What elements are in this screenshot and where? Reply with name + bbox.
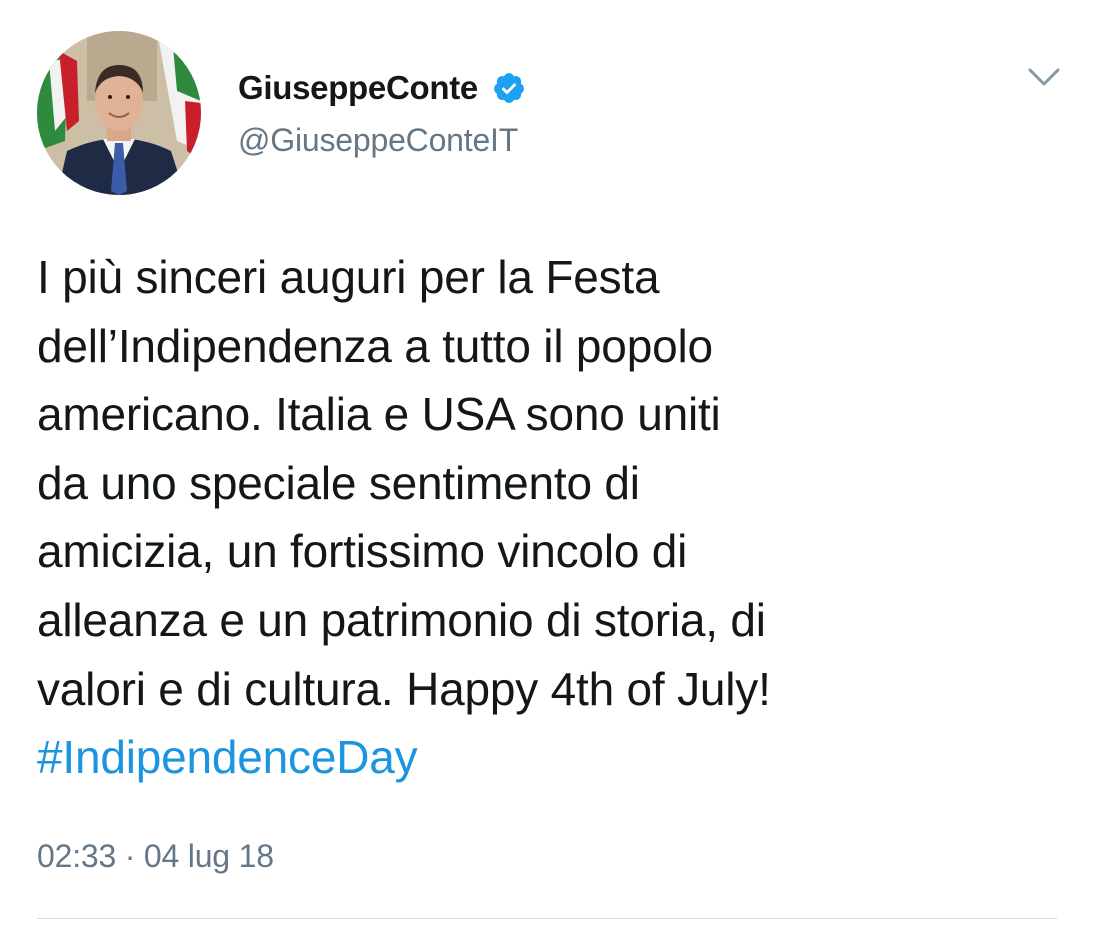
user-handle[interactable]: @GiuseppeConteIT <box>238 122 518 159</box>
verified-badge-icon <box>492 71 526 105</box>
tweet-text-line: amicizia, un fortissimo vincolo di <box>37 525 688 578</box>
tweet-text-line: alleanza e un patrimonio di storia, di <box>37 593 766 646</box>
user-name-row[interactable]: GiuseppeConte <box>238 68 526 108</box>
tweet-text-line: da uno speciale sentimento di <box>37 456 640 509</box>
tweet-text-line: I più sinceri auguri per la Festa <box>37 251 660 303</box>
avatar[interactable] <box>37 31 201 195</box>
chevron-down-icon[interactable] <box>1024 62 1064 92</box>
tweet-text-line: americano. Italia e USA sono uniti <box>37 388 721 441</box>
divider <box>37 918 1057 919</box>
tweet-card: GiuseppeConte @GiuseppeConteIT I più sin… <box>0 0 1094 937</box>
avatar-image <box>37 31 201 195</box>
display-name[interactable]: GiuseppeConte <box>238 69 478 107</box>
tweet-text-line: dell’Indipendenza a tutto il popolo <box>37 319 713 372</box>
tweet-timestamp[interactable]: 02:33 · 04 lug 18 <box>37 838 274 875</box>
hashtag-link[interactable]: #IndipendenceDay <box>37 723 1057 792</box>
tweet-text-line: valori e di cultura. Happy 4th of July! <box>37 662 771 715</box>
tweet-text: I più sinceri auguri per la Festa dell’I… <box>37 243 1057 792</box>
